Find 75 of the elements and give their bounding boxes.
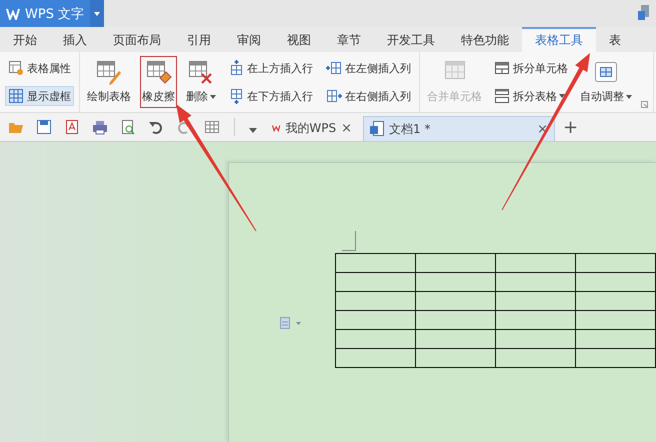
table-cell[interactable] (416, 330, 496, 348)
table-cell[interactable] (576, 310, 656, 330)
table-cell[interactable] (336, 292, 416, 310)
table-plus-icon (228, 88, 244, 104)
table-cell[interactable] (416, 292, 496, 310)
menu-tab[interactable]: 表 (596, 27, 634, 52)
caret-icon (94, 12, 100, 16)
undo-icon (148, 119, 164, 135)
app-menu-button[interactable]: WPS 文字 (0, 0, 90, 27)
close-tab-button[interactable]: × (341, 120, 352, 136)
new-tab-button[interactable]: + (559, 116, 582, 138)
table-cell[interactable] (336, 272, 416, 292)
launcher-icon (641, 101, 648, 108)
table-cell[interactable] (576, 330, 656, 348)
menu-tab[interactable]: 引用 (174, 27, 224, 52)
ribbon-item[interactable]: 拆分单元格 (491, 58, 571, 78)
pdf-icon (64, 119, 80, 135)
table-cell[interactable] (416, 310, 496, 330)
document-icon (370, 121, 384, 137)
document-icon (638, 5, 650, 21)
table-icon (494, 60, 510, 76)
ribbon-item[interactable]: 在左侧插入列 (323, 58, 414, 78)
save-icon (36, 119, 52, 135)
table-eraser-icon (146, 60, 172, 86)
table-cell[interactable] (496, 272, 576, 292)
table-cell[interactable] (496, 310, 576, 330)
printer-icon (92, 119, 108, 135)
wps-logo-icon (6, 8, 20, 20)
ribbon-item[interactable]: 显示虚框 (5, 86, 74, 106)
menu-tab[interactable]: 视图 (274, 27, 324, 52)
table-cell[interactable] (576, 272, 656, 292)
menu-tab[interactable]: 页面布局 (100, 27, 174, 52)
ribbon-button[interactable]: 橡皮擦 (140, 56, 177, 108)
dropdown-button[interactable] (90, 0, 104, 27)
table-cell[interactable] (576, 254, 656, 272)
menu-tab[interactable]: 章节 (324, 27, 374, 52)
ribbon-button[interactable]: 绘制表格 (85, 56, 133, 108)
menu-tab[interactable]: 开始 (0, 27, 50, 52)
paste-options-icon (279, 316, 303, 330)
grid-icon (8, 88, 24, 104)
table-cell[interactable] (416, 254, 496, 272)
table-cell[interactable] (496, 330, 576, 348)
table-settings-icon (8, 60, 24, 76)
ribbon-item[interactable]: 在右侧插入列 (323, 86, 414, 106)
table-cell[interactable] (496, 254, 576, 272)
menu-tab[interactable]: 特色功能 (448, 27, 522, 52)
ribbon-item[interactable]: 表格属性 (5, 58, 74, 78)
table-cell[interactable] (336, 330, 416, 348)
table-icon (204, 119, 220, 135)
table-cell[interactable] (416, 272, 496, 292)
menu-tab[interactable]: 插入 (50, 27, 100, 52)
table-cell[interactable] (576, 292, 656, 310)
table-cell[interactable] (336, 348, 416, 368)
ribbon-item[interactable]: 在下方插入行 (225, 86, 316, 106)
table-cell[interactable] (496, 348, 576, 368)
table-cross-icon (188, 60, 214, 86)
ribbon-button[interactable]: 删除 (184, 56, 218, 108)
table-pencil-icon (96, 60, 122, 86)
caret-icon (249, 128, 257, 132)
ribbon-item[interactable]: 在上方插入行 (225, 58, 316, 78)
table-cell[interactable] (416, 348, 496, 368)
table-cell[interactable] (496, 292, 576, 310)
menu-tab[interactable]: 表格工具 (522, 27, 596, 52)
document-tab[interactable]: 我的WPS × (265, 115, 359, 141)
table-plus-icon (326, 60, 342, 76)
print-preview-icon (120, 119, 136, 135)
menu-tab[interactable]: 审阅 (224, 27, 274, 52)
split-table-icon (494, 88, 510, 104)
table-cell[interactable] (576, 348, 656, 368)
table-plus-icon (326, 88, 342, 104)
menu-tab[interactable]: 开发工具 (374, 27, 448, 52)
table-cell[interactable] (336, 254, 416, 272)
table-cell[interactable] (336, 310, 416, 330)
table-plus-icon (228, 60, 244, 76)
corner-mark-icon (342, 231, 356, 251)
